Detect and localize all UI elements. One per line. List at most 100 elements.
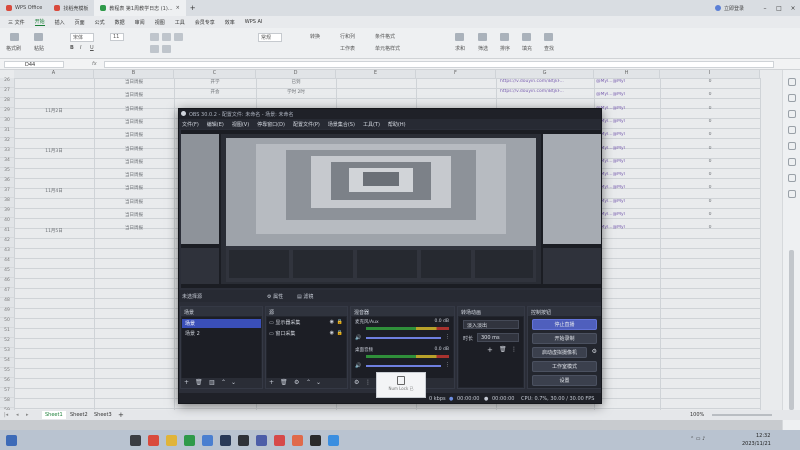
clock-time[interactable]: 12:32 <box>756 433 770 439</box>
row-header[interactable]: 28 <box>0 98 14 108</box>
table-cell[interactable]: 0 <box>660 185 760 190</box>
table-cell[interactable]: 11月2日 <box>14 108 94 114</box>
row-header[interactable]: 26 <box>0 78 14 88</box>
table-cell[interactable]: 已到 <box>256 79 336 85</box>
table-cell[interactable]: 当日周报 <box>94 199 174 205</box>
row-header[interactable]: 52 <box>0 338 14 348</box>
obs-preview-canvas[interactable] <box>181 130 601 288</box>
rail-select-icon[interactable] <box>788 78 796 86</box>
table-cell[interactable]: https://v.douyin.com/iBtjkF... <box>500 79 594 84</box>
scene-up-icon[interactable]: ⌃ <box>221 379 226 386</box>
sheet-tab-3[interactable]: Sheet3 <box>94 412 112 418</box>
table-cell[interactable]: 0 <box>660 159 760 164</box>
conditional-format-button[interactable]: 条件格式 <box>375 33 395 40</box>
menu-home[interactable]: 开始 <box>34 18 45 26</box>
transition-select[interactable]: 淡入淡出 <box>463 320 519 329</box>
table-cell[interactable]: 当日周报 <box>94 185 174 191</box>
obs-menu-view[interactable]: 视图(V) <box>232 121 249 128</box>
row-header[interactable]: 41 <box>0 228 14 238</box>
sheet-tab-1[interactable]: Sheet1 <box>42 411 66 419</box>
row-header[interactable]: 34 <box>0 158 14 168</box>
duration-input[interactable]: 300 ms <box>477 333 519 342</box>
worksheet-button[interactable]: 工作表 <box>340 45 355 52</box>
obs-menu-scene-collection[interactable]: 场景集合(S) <box>328 121 355 128</box>
fx-button[interactable]: fx <box>92 61 97 67</box>
edge-taskbar-icon[interactable] <box>202 435 213 446</box>
spreadsheet-taskbar-icon[interactable] <box>184 435 195 446</box>
table-cell[interactable]: 0 <box>660 212 760 217</box>
row-header[interactable]: 38 <box>0 198 14 208</box>
menu-efficiency[interactable]: 效率 <box>225 19 235 26</box>
row-header[interactable]: 36 <box>0 178 14 188</box>
align-left-icon[interactable] <box>150 33 159 41</box>
transition-menu-icon[interactable]: ⋮ <box>511 346 517 353</box>
task-view-icon[interactable] <box>130 435 141 446</box>
add-sheet-button[interactable]: + <box>118 411 124 419</box>
menu-formula[interactable]: 公式 <box>95 19 105 26</box>
table-cell[interactable]: 当日周报 <box>94 79 174 85</box>
row-header[interactable]: 47 <box>0 288 14 298</box>
rail-property-icon[interactable] <box>788 110 796 118</box>
source-down-icon[interactable]: ⌄ <box>316 379 321 386</box>
column-header[interactable]: A <box>14 70 94 78</box>
scene-item-1[interactable]: 场景 <box>182 319 261 328</box>
obs-taskbar-icon[interactable] <box>238 435 249 446</box>
table-cell[interactable]: 当日周报 <box>94 159 174 165</box>
rail-chart-icon[interactable] <box>788 126 796 134</box>
sort-icon[interactable] <box>500 33 509 41</box>
menu-file[interactable]: 三 文件 <box>8 19 25 26</box>
table-cell[interactable]: 0 <box>660 106 760 111</box>
align-center-icon[interactable] <box>162 33 171 41</box>
avatar[interactable] <box>714 5 721 11</box>
tab-wps-office[interactable]: WPS Office <box>0 0 48 16</box>
row-header[interactable]: 46 <box>0 278 14 288</box>
zoom-level[interactable]: 100% <box>690 412 704 418</box>
studio-mode-button[interactable]: 工作室模式 <box>532 361 597 372</box>
scene-down-icon[interactable]: ⌄ <box>231 379 236 386</box>
row-header[interactable]: 39 <box>0 208 14 218</box>
underline-button[interactable]: U <box>90 45 94 51</box>
table-cell[interactable]: @Myl...@Myl <box>596 132 660 137</box>
remove-source-icon[interactable]: 🗑 <box>280 379 288 386</box>
filter-icon[interactable] <box>478 33 487 41</box>
number-format-select[interactable]: 常规 <box>258 33 283 42</box>
table-cell[interactable]: 开会 <box>174 89 256 95</box>
menu-review[interactable]: 审阅 <box>135 19 145 26</box>
row-header[interactable]: 55 <box>0 368 14 378</box>
fill-icon[interactable] <box>522 33 531 41</box>
add-source-icon[interactable]: + <box>269 379 274 386</box>
table-cell[interactable]: @Myl...@Myl <box>596 92 660 97</box>
obs-menu-file[interactable]: 文件(F) <box>182 121 199 128</box>
add-scene-icon[interactable]: + <box>184 379 189 386</box>
find-icon[interactable] <box>544 33 553 41</box>
table-cell[interactable]: 当日周报 <box>94 132 174 138</box>
start-virtual-camera-button[interactable]: 启动虚拟摄像机 <box>532 347 587 358</box>
table-cell[interactable]: 11月3日 <box>14 148 94 154</box>
close-window-icon[interactable]: × <box>786 5 800 12</box>
formula-input[interactable] <box>104 61 774 68</box>
rail-style-icon[interactable] <box>788 94 796 102</box>
column-header[interactable]: H <box>594 70 660 78</box>
desktop-speaker-icon[interactable]: 🔊 <box>355 363 361 369</box>
row-header[interactable]: 30 <box>0 118 14 128</box>
merge-cells-icon[interactable] <box>162 45 171 53</box>
obs-menu-profile[interactable]: 配置文件(P) <box>293 121 320 128</box>
row-header[interactable]: 35 <box>0 168 14 178</box>
column-header[interactable]: C <box>174 70 256 78</box>
table-cell[interactable]: 当日周报 <box>94 119 174 125</box>
remove-scene-icon[interactable]: 🗑 <box>195 379 203 386</box>
rail-more-icon[interactable] <box>788 174 796 182</box>
convert-button[interactable]: 转换 <box>310 33 320 40</box>
table-cell[interactable]: @Myl...@Myl <box>596 159 660 164</box>
table-cell[interactable]: 0 <box>660 146 760 151</box>
row-header[interactable]: 45 <box>0 268 14 278</box>
lock-icon[interactable]: 🔒 <box>337 319 343 325</box>
table-cell[interactable]: 当日周报 <box>94 92 174 98</box>
mixer-menu-icon[interactable]: ⋮ <box>365 379 371 386</box>
row-header[interactable]: 51 <box>0 328 14 338</box>
row-header[interactable]: 57 <box>0 388 14 398</box>
source-item-2[interactable]: ▭ 窗口采集 ◉ 🔒 <box>269 330 346 339</box>
table-cell[interactable]: @Myl...@Myl <box>596 212 660 217</box>
name-box[interactable]: D44 <box>4 61 64 68</box>
music-taskbar-icon[interactable] <box>292 435 303 446</box>
